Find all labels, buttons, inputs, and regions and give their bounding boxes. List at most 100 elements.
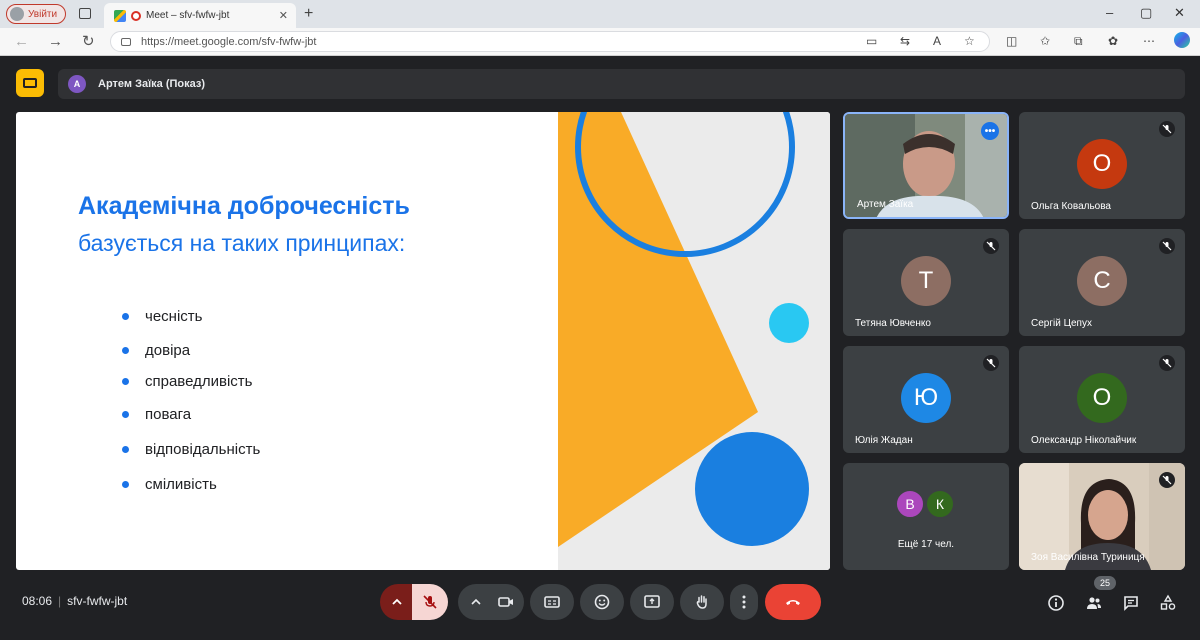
reload-icon[interactable]: ↻ (82, 32, 95, 50)
participant-name: Артем Заїка (857, 199, 914, 210)
cyan-dot-shape (769, 303, 809, 343)
participant-name: Ольга Ковальова (1031, 201, 1111, 212)
participant-tile-artem[interactable]: ••• Артем Заїка (843, 112, 1009, 219)
meeting-time: 08:06 (22, 594, 53, 608)
presenter-label: Артем Заїка (Показ) (98, 78, 206, 90)
bullet-icon (122, 411, 129, 418)
more-options-button[interactable] (730, 584, 758, 620)
meeting-info: 08:06 | sfv-fwfw-jbt (22, 594, 128, 608)
participant-tile-oleksandr[interactable]: О Олександр Ніколайчик (1019, 346, 1185, 453)
maximize-button[interactable]: ▢ (1140, 5, 1152, 21)
new-tab-button[interactable]: + (304, 5, 313, 23)
camera-icon (498, 597, 513, 607)
profile-button[interactable]: Увійти (6, 4, 66, 24)
mic-off-icon (423, 595, 437, 609)
bullet-icon (122, 313, 129, 320)
camera-toggle-button[interactable] (458, 584, 524, 620)
participant-name: Юлія Жадан (855, 435, 913, 446)
microphone-toggle-button[interactable] (412, 584, 448, 620)
activities-button[interactable] (1156, 591, 1180, 615)
tab-title: Meet – sfv-fwfw-jbt (146, 10, 230, 21)
mic-off-icon (1159, 355, 1175, 371)
close-window-button[interactable]: ✕ (1174, 5, 1185, 21)
profile-label: Увійти (28, 8, 58, 20)
others-count-label: Ещё 17 чел. (897, 539, 955, 550)
bullet-icon (122, 446, 129, 453)
camera-in-use-icon[interactable]: ▭ (866, 34, 877, 48)
participant-avatar: Ю (901, 373, 951, 423)
browser-tab-bar: Увійти Meet – sfv-fwfw-jbt ✕ + – ▢ ✕ (0, 0, 1200, 28)
slide-decoration-shapes (558, 112, 809, 547)
meeting-code: sfv-fwfw-jbt (67, 594, 128, 608)
url-field[interactable]: https://meet.google.com/sfv-fwfw-jbt (110, 31, 990, 52)
list-item: сміливість (122, 476, 217, 493)
profile-avatar-icon (10, 7, 24, 21)
participant-avatar: О (1077, 139, 1127, 189)
participant-avatar: Т (901, 256, 951, 306)
participant-tile-yuliia[interactable]: Ю Юлія Жадан (843, 346, 1009, 453)
screen-share-indicator-icon (16, 69, 44, 97)
list-item: відповідальність (122, 441, 260, 458)
present-icon (644, 595, 660, 608)
split-screen-icon[interactable]: ◫ (1006, 34, 1017, 48)
url-text: https://meet.google.com/sfv-fwfw-jbt (141, 35, 317, 48)
others-tile[interactable]: В К Ещё 17 чел. (843, 463, 1009, 570)
list-item: справедливість (122, 373, 253, 390)
bullet-icon (122, 378, 129, 385)
translate-icon[interactable]: ⇆ (900, 34, 910, 48)
participant-avatar: С (1077, 256, 1127, 306)
participant-avatar: К (925, 489, 955, 519)
participant-count-badge: 25 (1094, 576, 1116, 590)
recording-icon (131, 10, 141, 21)
reactions-button[interactable] (580, 584, 624, 620)
extensions-icon[interactable]: ✿ (1108, 34, 1118, 48)
raise-hand-button[interactable] (680, 584, 724, 620)
more-options-icon[interactable]: ••• (981, 122, 999, 140)
more-options-icon[interactable]: ⋯ (1143, 34, 1155, 48)
captions-icon (544, 596, 560, 608)
copilot-icon[interactable] (1174, 32, 1190, 48)
chevron-up-icon (471, 598, 481, 605)
participant-name: Олександр Ніколайчик (1031, 435, 1137, 446)
read-aloud-icon[interactable]: A (933, 34, 941, 48)
leave-call-button[interactable] (765, 584, 821, 620)
favorite-star-icon[interactable]: ☆ (964, 34, 975, 48)
site-info-icon[interactable] (121, 37, 131, 46)
people-button[interactable] (1082, 591, 1106, 615)
slide-title: Академічна доброчесність (78, 192, 410, 220)
participant-tile-zoia[interactable]: Зоя Василівна Туриниця (1019, 463, 1185, 570)
captions-button[interactable] (530, 584, 574, 620)
minimize-button[interactable]: – (1106, 5, 1113, 20)
blue-circle-shape (695, 432, 809, 546)
tab-actions-icon[interactable] (79, 8, 91, 19)
meeting-details-button[interactable] (1044, 591, 1068, 615)
participant-name: Сергій Цепух (1031, 318, 1092, 329)
participant-tile-tetiana[interactable]: Т Тетяна Ювченко (843, 229, 1009, 336)
participant-avatar: О (1077, 373, 1127, 423)
tab-close-icon[interactable]: ✕ (279, 9, 288, 22)
mic-off-icon (983, 238, 999, 254)
browser-tab-meet[interactable]: Meet – sfv-fwfw-jbt ✕ (104, 3, 296, 28)
participant-tile-olga[interactable]: О Ольга Ковальова (1019, 112, 1185, 219)
list-item: довіра (122, 342, 190, 359)
presenter-bar: А Артем Заїка (Показ) (58, 69, 1185, 99)
presenter-avatar: А (68, 75, 86, 93)
chat-icon (1124, 596, 1138, 611)
presentation-slide: Академічна доброчесність базується на та… (16, 112, 830, 570)
meet-favicon-icon (114, 9, 126, 22)
emoji-icon (594, 594, 610, 610)
participant-tile-serhii[interactable]: С Сергій Цепух (1019, 229, 1185, 336)
hang-up-icon (786, 600, 800, 605)
audio-options-button[interactable] (380, 584, 414, 620)
collections-icon[interactable]: ⧉ (1074, 34, 1083, 49)
participant-name: Тетяна Ювченко (855, 318, 931, 329)
chat-button[interactable] (1119, 591, 1143, 615)
list-item: повага (122, 406, 191, 423)
back-icon[interactable]: ← (14, 33, 29, 50)
meet-app: А Артем Заїка (Показ) Академічна доброче… (0, 57, 1200, 640)
present-screen-button[interactable] (630, 584, 674, 620)
mic-off-icon (1159, 472, 1175, 488)
favorites-icon[interactable]: ✩ (1040, 34, 1050, 48)
forward-icon[interactable]: → (48, 33, 63, 50)
list-item: чесність (122, 308, 202, 325)
